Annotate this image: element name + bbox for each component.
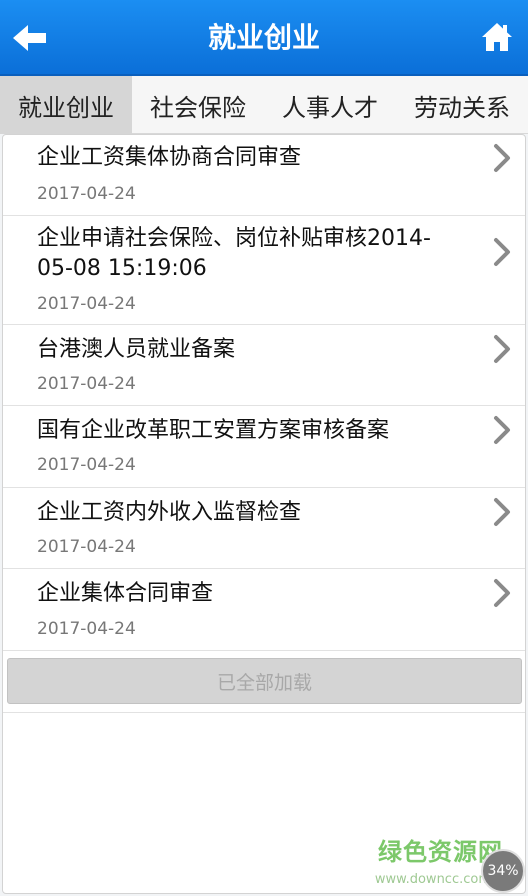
item-date: 2017-04-24 [37,294,136,314]
tab-employment[interactable]: 就业创业 [0,76,132,134]
item-title: 企业工资集体协商合同审查 [37,145,302,170]
tab-labor-relations[interactable]: 劳动关系 [396,76,528,134]
chevron-right-icon [494,579,510,607]
list-item[interactable]: 台港澳人员就业备案 2017-04-24 [3,325,525,406]
item-date: 2017-04-24 [37,184,136,204]
item-title: 企业工资内外收入监督检查 [37,500,302,525]
load-more-button[interactable]: 已全部加载 [7,658,522,704]
item-date: 2017-04-24 [37,537,136,557]
home-button[interactable] [480,20,514,54]
chevron-right-icon [494,498,510,526]
list-item[interactable]: 企业申请社会保险、岗位补贴审核2014-05-08 15:19:06 2017-… [3,216,525,325]
list-item[interactable]: 企业集体合同审查 2017-04-24 [3,569,525,651]
chevron-right-icon [494,416,510,444]
tab-personnel[interactable]: 人事人才 [264,76,396,134]
home-icon [482,23,512,51]
chevron-right-icon [494,238,510,266]
item-title: 企业集体合同审查 [37,581,214,606]
divider [3,712,525,713]
item-title: 国有企业改革职工安置方案审核备案 [37,418,390,443]
item-date: 2017-04-24 [37,455,136,475]
item-date: 2017-04-24 [37,619,136,639]
tab-social-insurance[interactable]: 社会保险 [132,76,264,134]
list-item[interactable]: 企业工资集体协商合同审查 2017-04-24 [3,135,525,216]
item-title: 台港澳人员就业备案 [37,337,236,362]
header-bar: 就业创业 [0,0,528,76]
item-date: 2017-04-24 [37,374,136,394]
category-tabs: 就业创业 社会保险 人事人才 劳动关系 [0,76,528,134]
chevron-right-icon [494,335,510,363]
chevron-right-icon [494,144,510,172]
watermark-url: www.downcc.com [374,872,491,887]
progress-badge: 34% [481,849,525,893]
item-list: 企业工资集体协商合同审查 2017-04-24 企业申请社会保险、岗位补贴审核2… [2,134,526,894]
page-title: 就业创业 [207,21,320,54]
list-item[interactable]: 企业工资内外收入监督检查 2017-04-24 [3,488,525,569]
item-title: 企业申请社会保险、岗位补贴审核2014-05-08 15:19:06 [37,226,431,281]
list-item[interactable]: 国有企业改革职工安置方案审核备案 2017-04-24 [3,406,525,488]
